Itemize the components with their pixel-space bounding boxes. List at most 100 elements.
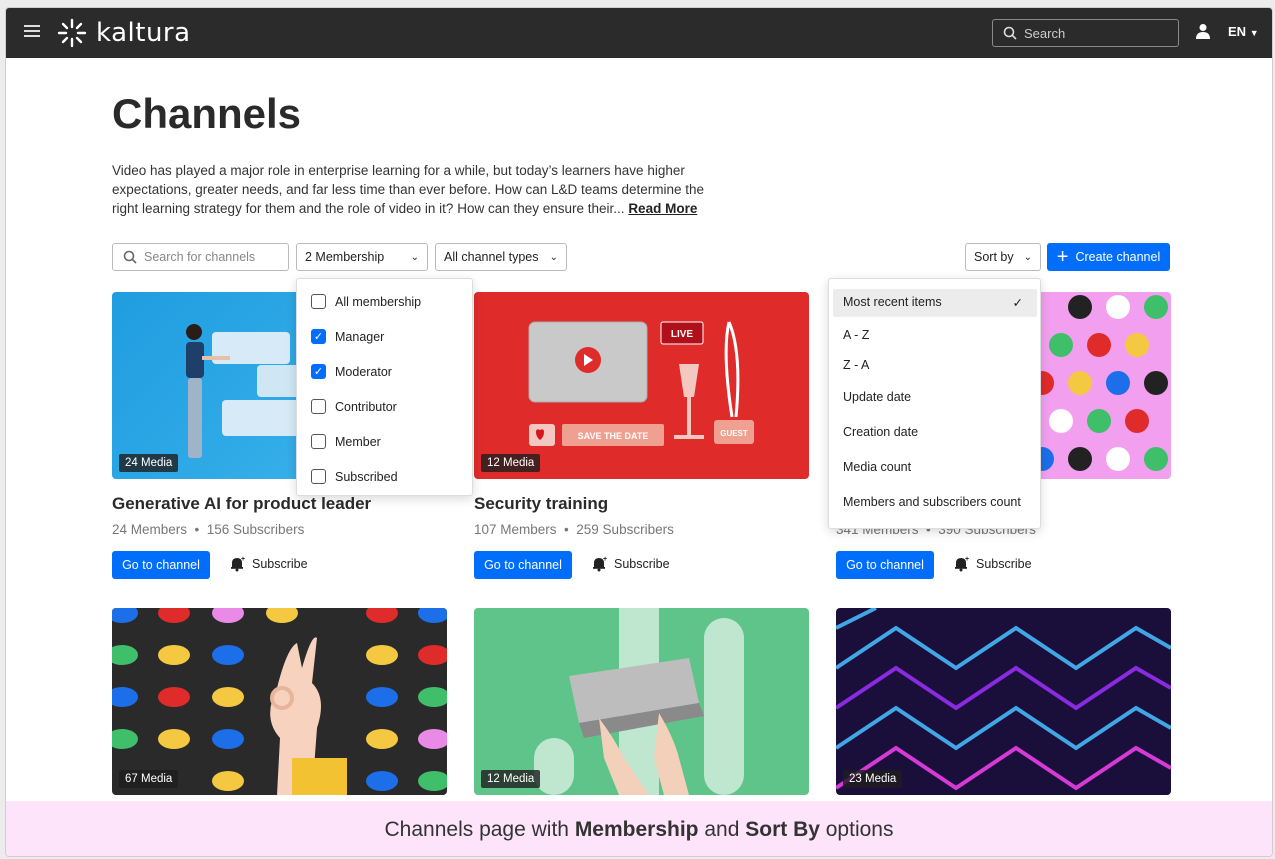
checkbox-checked[interactable]: ✓ [311,364,326,379]
checkbox[interactable] [311,469,326,484]
checkbox-checked[interactable]: ✓ [311,329,326,344]
caption-banner: Channels page with Membership and Sort B… [6,801,1272,856]
sort-option-media-count[interactable]: Media count [843,460,911,474]
channel-title[interactable]: Generative AI for product leader [112,494,371,514]
subscribe-label: Subscribe [252,556,308,571]
hamburger-menu-icon[interactable] [24,22,40,42]
chevron-down-icon: ⌄ [549,251,558,263]
global-search-placeholder: Search [1024,25,1066,41]
channel-thumbnail[interactable]: 12 Media [474,608,809,795]
caption-bold-sort: Sort By [745,817,820,841]
guest-text: GUEST [720,429,748,438]
bell-plus-icon: + [593,556,607,572]
check-icon: ✓ [1012,296,1023,310]
option-label: All membership [335,294,422,309]
kaltura-logo[interactable]: kaltura [56,17,191,49]
media-count-badge: 24 Media [119,454,179,472]
option-label: Contributor [335,399,397,414]
subscribers-count: 259 Subscribers [576,522,674,537]
membership-option-contributor[interactable]: Contributor [311,399,397,414]
chevron-down-icon: ▼ [1249,28,1259,38]
subscribe-label: Subscribe [976,556,1032,571]
channel-search-input[interactable]: Search for channels [112,243,289,271]
option-label: Moderator [335,364,392,379]
svg-text:+: + [241,556,245,563]
chevron-down-icon: ⌄ [410,251,419,263]
thumbnail-illustration: LIVE GUEST SAVE THE DATE [528,321,754,446]
top-bar: kaltura Search EN ▼ [6,8,1272,58]
checkbox[interactable] [311,434,326,449]
description-text: Video has played a major role in enterpr… [112,163,705,216]
caption-mid: and [698,817,746,841]
go-to-channel-button[interactable]: Go to channel [836,551,934,579]
subscribe-button[interactable]: + Subscribe [953,555,1032,572]
sort-by-dropdown[interactable]: Sort by ⌄ [965,243,1041,271]
bell-plus-icon: + [955,556,969,572]
channel-title[interactable]: Security training [474,494,608,514]
channel-thumbnail[interactable]: 67 Media [112,608,447,795]
language-selector[interactable]: EN ▼ [1228,24,1259,39]
subscribe-button[interactable]: + Subscribe [229,555,308,572]
create-channel-button[interactable]: + Create channel [1047,243,1170,271]
plus-icon: + [1056,245,1069,268]
channel-thumbnail[interactable]: 23 Media [836,608,1171,795]
sort-option-a-z[interactable]: A - Z [843,328,869,342]
members-count: 107 Members [474,522,557,537]
option-label: Subscribed [335,469,398,484]
membership-option-subscribed[interactable]: Subscribed [311,469,398,484]
membership-option-all[interactable]: All membership [311,294,421,309]
subscribe-label: Subscribe [614,556,670,571]
channel-types-label: All channel types [444,250,539,264]
sort-by-label: Sort by [974,250,1014,264]
media-count-badge: 67 Media [119,770,179,788]
kaltura-logo-icon [57,18,87,48]
save-the-date-text: SAVE THE DATE [578,431,649,441]
option-label: Member [335,434,381,449]
global-search-input[interactable]: Search [992,19,1179,47]
checkbox[interactable] [311,294,326,309]
subscribe-button[interactable]: + Subscribe [591,555,670,572]
sort-option-creation-date[interactable]: Creation date [843,425,918,439]
page-title: Channels [112,90,302,137]
search-icon [123,250,137,264]
sort-option-update-date[interactable]: Update date [843,390,911,404]
membership-dropdown[interactable]: 2 Membership ⌄ [296,243,428,271]
channel-stats: 107 Members • 259 Subscribers [474,522,674,537]
membership-option-manager[interactable]: ✓ Manager [311,329,384,344]
go-to-channel-button[interactable]: Go to channel [112,551,210,579]
membership-menu: All membership ✓ Manager ✓ Moderator Contr… [296,278,473,496]
option-label: Manager [335,329,385,344]
media-count-badge: 12 Media [481,770,541,788]
svg-text:+: + [603,556,607,563]
channel-card[interactable]: 12 Media [474,608,809,795]
channel-stats: 24 Members • 156 Subscribers [112,522,305,537]
media-count-badge: 12 Media [481,454,541,472]
bell-plus-icon: + [231,556,245,572]
user-icon[interactable] [1196,23,1210,39]
caption-bold-membership: Membership [574,817,699,841]
media-count-badge: 23 Media [843,770,903,788]
channel-card[interactable]: 67 Media [112,608,447,795]
channel-types-dropdown[interactable]: All channel types ⌄ [435,243,567,271]
sort-option-members-count[interactable]: Members and subscribers count [843,495,1021,509]
channel-thumbnail[interactable]: LIVE GUEST SAVE THE DATE 12 Media [474,292,809,479]
checkbox[interactable] [311,399,326,414]
sort-option-most-recent[interactable]: Most recent items ✓ [843,295,1023,310]
logo-text: kaltura [96,18,191,48]
membership-option-member[interactable]: Member [311,434,381,449]
membership-option-moderator[interactable]: ✓ Moderator [311,364,392,379]
sort-menu: Most recent items ✓ A - Z Z - A Update da… [828,278,1041,529]
app-window: kaltura Search EN ▼ Channels Video has p… [5,7,1273,857]
page-description: Video has played a major role in enterpr… [112,161,732,218]
read-more-link[interactable]: Read More [628,201,697,216]
sort-option-z-a[interactable]: Z - A [843,358,869,372]
channel-search-placeholder: Search for channels [144,250,256,264]
thumbnail-illustration [112,608,447,795]
channel-card[interactable]: LIVE GUEST SAVE THE DATE 12 Media Securi… [474,292,809,579]
option-label: Most recent items [843,295,942,309]
subscribers-count: 156 Subscribers [206,522,305,537]
go-to-channel-button[interactable]: Go to channel [474,551,572,579]
create-channel-label: Create channel [1075,250,1161,264]
membership-dropdown-label: 2 Membership [305,250,385,264]
channel-card[interactable]: 23 Media [836,608,1171,795]
